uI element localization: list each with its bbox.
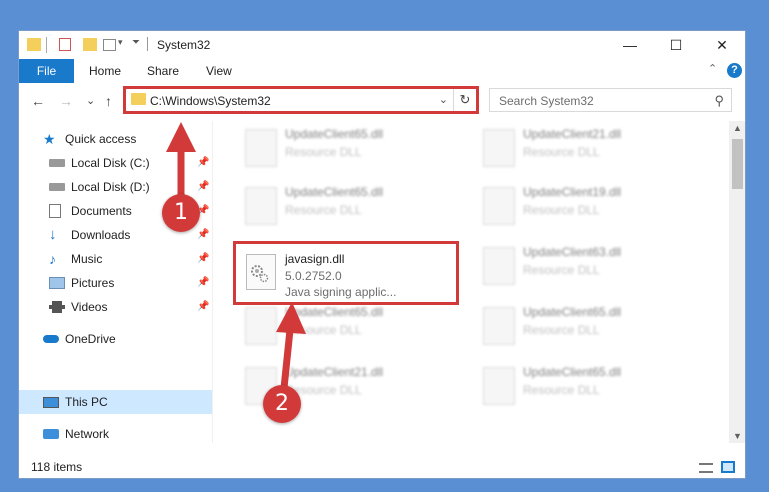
arrow-to-address-bar	[166, 122, 196, 196]
annotation-arrows	[166, 122, 306, 389]
arrow-to-javasign-file	[276, 302, 306, 389]
step-2-badge: 2	[263, 385, 301, 423]
step-1-badge: 1	[162, 194, 200, 232]
